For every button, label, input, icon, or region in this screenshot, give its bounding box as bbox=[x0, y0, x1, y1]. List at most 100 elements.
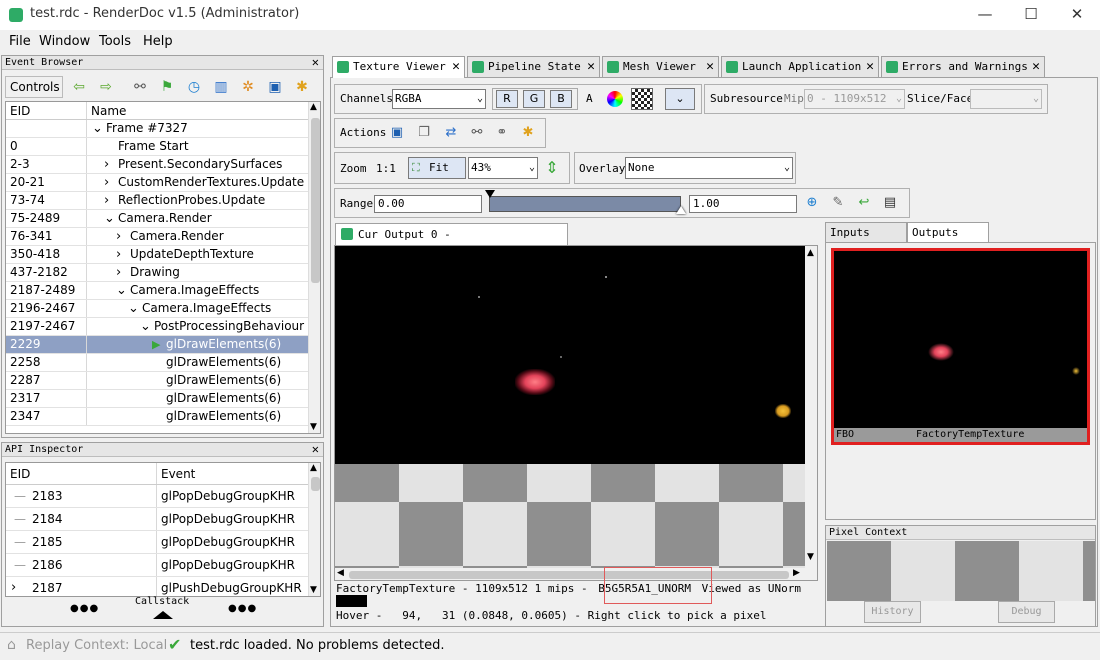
current-event-flag-icon[interactable]: ▶ bbox=[152, 336, 160, 353]
event-row[interactable]: 2187-2489 ⌄ Camera.ImageEffects bbox=[6, 282, 308, 300]
histogram-toggle-icon[interactable]: ▤ bbox=[880, 193, 900, 213]
fit-button[interactable]: ⛶ Fit bbox=[408, 157, 466, 179]
api-scrollbar-thumb[interactable] bbox=[311, 477, 320, 491]
blue-channel-toggle[interactable]: B bbox=[550, 90, 572, 108]
api-list-scrollbar[interactable]: ▲ ▼ bbox=[308, 463, 320, 596]
tree-expander-icon[interactable]: › bbox=[104, 156, 109, 173]
event-row[interactable]: 2317 glDrawElements(6) bbox=[6, 390, 308, 408]
api-event-row[interactable]: › 2187 glPushDebugGroupKHR bbox=[6, 577, 308, 596]
event-row[interactable]: 73-74 › ReflectionProbes.Update bbox=[6, 192, 308, 210]
api-scroll-down-icon[interactable]: ▼ bbox=[310, 585, 317, 595]
menu-help[interactable]: Help bbox=[143, 34, 173, 49]
tab-texture-viewer[interactable]: Texture Viewer ✕ bbox=[332, 56, 465, 78]
tree-expander-icon[interactable]: ⌄ bbox=[128, 300, 139, 317]
replay-context-label[interactable]: Replay Context: Local bbox=[26, 638, 167, 653]
event-row[interactable]: 76-341 › Camera.Render bbox=[6, 228, 308, 246]
forward-arrow-icon[interactable]: ⇨ bbox=[96, 77, 116, 97]
slice-face-select[interactable]: ⌄ bbox=[970, 89, 1042, 109]
current-output-tab[interactable]: Cur Output 0 - FactoryTempTexture bbox=[335, 223, 568, 262]
range-white-point-handle[interactable] bbox=[676, 206, 686, 214]
name-column-header[interactable]: Name bbox=[91, 104, 126, 118]
history-button[interactable]: History bbox=[864, 601, 921, 623]
alpha-channel-label[interactable]: A bbox=[586, 92, 593, 105]
event-row[interactable]: 2258 glDrawElements(6) bbox=[6, 354, 308, 372]
splitter-dots-right[interactable]: ●●● bbox=[228, 603, 257, 614]
event-row[interactable]: 2287 glDrawElements(6) bbox=[6, 372, 308, 390]
tab-errors-and-warnings[interactable]: Errors and Warnings ✕ bbox=[881, 56, 1045, 77]
channels-select[interactable]: RGBA ⌄ bbox=[392, 89, 486, 109]
eid-column-header[interactable]: EID bbox=[10, 104, 30, 118]
settings-gear-icon[interactable]: ✲ bbox=[238, 77, 258, 97]
api-event-column-header[interactable]: Event bbox=[161, 467, 195, 481]
event-row[interactable]: 20-21 › CustomRenderTextures.Update bbox=[6, 174, 308, 192]
event-row[interactable]: 2196-2467 ⌄ Camera.ImageEffects bbox=[6, 300, 308, 318]
tree-expander-icon[interactable]: › bbox=[116, 264, 121, 281]
overlay-select[interactable]: None ⌄ bbox=[625, 157, 793, 179]
controls-label[interactable]: Controls bbox=[5, 76, 63, 98]
tree-expander-icon[interactable]: › bbox=[104, 174, 109, 191]
output-thumbnail[interactable]: FBO FactoryTempTexture bbox=[831, 248, 1090, 445]
save-disk-icon[interactable]: ▣ bbox=[265, 77, 285, 97]
minimize-button[interactable]: — bbox=[962, 0, 1008, 30]
link-icon[interactable]: ⚭ bbox=[492, 123, 512, 143]
scroll-down-arrow-icon[interactable]: ▼ bbox=[310, 422, 317, 432]
debug-button[interactable]: Debug bbox=[998, 601, 1055, 623]
tab-mesh-viewer[interactable]: Mesh Viewer ✕ bbox=[602, 56, 719, 77]
zoom-select[interactable]: 43% ⌄ bbox=[468, 157, 538, 179]
hscroll-thumb[interactable] bbox=[349, 571, 789, 579]
tab-pipeline-state[interactable]: Pipeline State ✕ bbox=[467, 56, 600, 77]
event-row[interactable]: 2347 glDrawElements(6) bbox=[6, 408, 308, 426]
event-row[interactable]: 2229 ▶ glDrawElements(6) bbox=[6, 336, 308, 354]
tree-expander-icon[interactable]: › bbox=[116, 228, 121, 245]
tree-expander-icon[interactable]: ⌄ bbox=[140, 318, 151, 335]
menu-window[interactable]: Window bbox=[39, 34, 90, 49]
copy-icon[interactable]: ❐ bbox=[414, 123, 434, 143]
tree-expander-icon[interactable]: › bbox=[104, 192, 109, 209]
pixel-context-view[interactable] bbox=[827, 541, 1095, 601]
event-row[interactable]: 437-2182 › Drawing bbox=[6, 264, 308, 282]
puzzle-icon[interactable]: ✱ bbox=[292, 77, 312, 97]
event-row[interactable]: 350-418 › UpdateDepthTexture bbox=[6, 246, 308, 264]
close-window-button[interactable]: ✕ bbox=[1054, 0, 1100, 30]
checkerboard-background-icon[interactable] bbox=[631, 88, 653, 110]
save-texture-icon[interactable]: ▣ bbox=[387, 123, 407, 143]
event-tree-scrollbar[interactable]: ▲ ▼ bbox=[308, 102, 320, 433]
mip-select[interactable]: 0 - 1109x512 ⌄ bbox=[804, 89, 905, 109]
tree-expander-icon[interactable]: › bbox=[11, 577, 16, 596]
callstack-toggle[interactable]: Callstack bbox=[135, 596, 189, 607]
api-event-row[interactable]: — 2185 glPopDebugGroupKHR bbox=[6, 531, 308, 554]
range-max-input[interactable]: 1.00 bbox=[689, 195, 797, 213]
range-black-point-handle[interactable] bbox=[485, 190, 495, 198]
scroll-down-arrow-icon[interactable]: ▼ bbox=[807, 552, 814, 562]
tree-expander-icon[interactable]: ⌄ bbox=[92, 120, 103, 137]
range-histogram-slider[interactable] bbox=[489, 196, 681, 212]
event-row[interactable]: 75-2489 ⌄ Camera.Render bbox=[6, 210, 308, 228]
scrollbar-thumb[interactable] bbox=[311, 118, 320, 283]
scroll-left-arrow-icon[interactable]: ◀ bbox=[337, 568, 344, 578]
tree-expander-icon[interactable]: ⌄ bbox=[104, 210, 115, 227]
statistics-bars-icon[interactable]: ▥ bbox=[211, 77, 231, 97]
tab-inputs[interactable]: Inputs bbox=[825, 222, 907, 242]
color-wheel-icon[interactable] bbox=[607, 91, 623, 107]
api-event-row[interactable]: — 2186 glPopDebugGroupKHR bbox=[6, 554, 308, 577]
open-texture-icon[interactable]: ⇄ bbox=[441, 123, 461, 143]
timer-clock-icon[interactable]: ◷ bbox=[184, 77, 204, 97]
api-event-row[interactable]: — 2184 glPopDebugGroupKHR bbox=[6, 508, 308, 531]
api-eid-column-header[interactable]: EID bbox=[10, 467, 30, 481]
tab-close-icon[interactable]: ✕ bbox=[587, 57, 595, 77]
red-channel-toggle[interactable]: R bbox=[496, 90, 518, 108]
event-browser-close-icon[interactable]: ✕ bbox=[312, 56, 319, 68]
binoculars-icon[interactable]: ⚯ bbox=[467, 123, 487, 143]
viewport-vscrollbar[interactable]: ▲ ▼ bbox=[805, 246, 817, 568]
menu-file[interactable]: File bbox=[9, 34, 31, 49]
api-event-row[interactable]: — 2183 glPopDebugGroupKHR bbox=[6, 485, 308, 508]
puzzle-icon[interactable]: ✱ bbox=[518, 123, 538, 143]
find-binoculars-icon[interactable]: ⚯ bbox=[130, 77, 150, 97]
callstack-expand-icon[interactable] bbox=[153, 611, 173, 619]
menu-tools[interactable]: Tools bbox=[99, 34, 131, 49]
scroll-up-arrow-icon[interactable]: ▲ bbox=[310, 102, 317, 112]
flip-channels-dropdown[interactable]: ⌄ bbox=[665, 88, 695, 110]
tab-launch-application[interactable]: Launch Application ✕ bbox=[721, 56, 879, 77]
reset-range-icon[interactable]: ↩ bbox=[854, 193, 874, 213]
zoom-ratio-button[interactable]: 1:1 bbox=[376, 162, 396, 175]
